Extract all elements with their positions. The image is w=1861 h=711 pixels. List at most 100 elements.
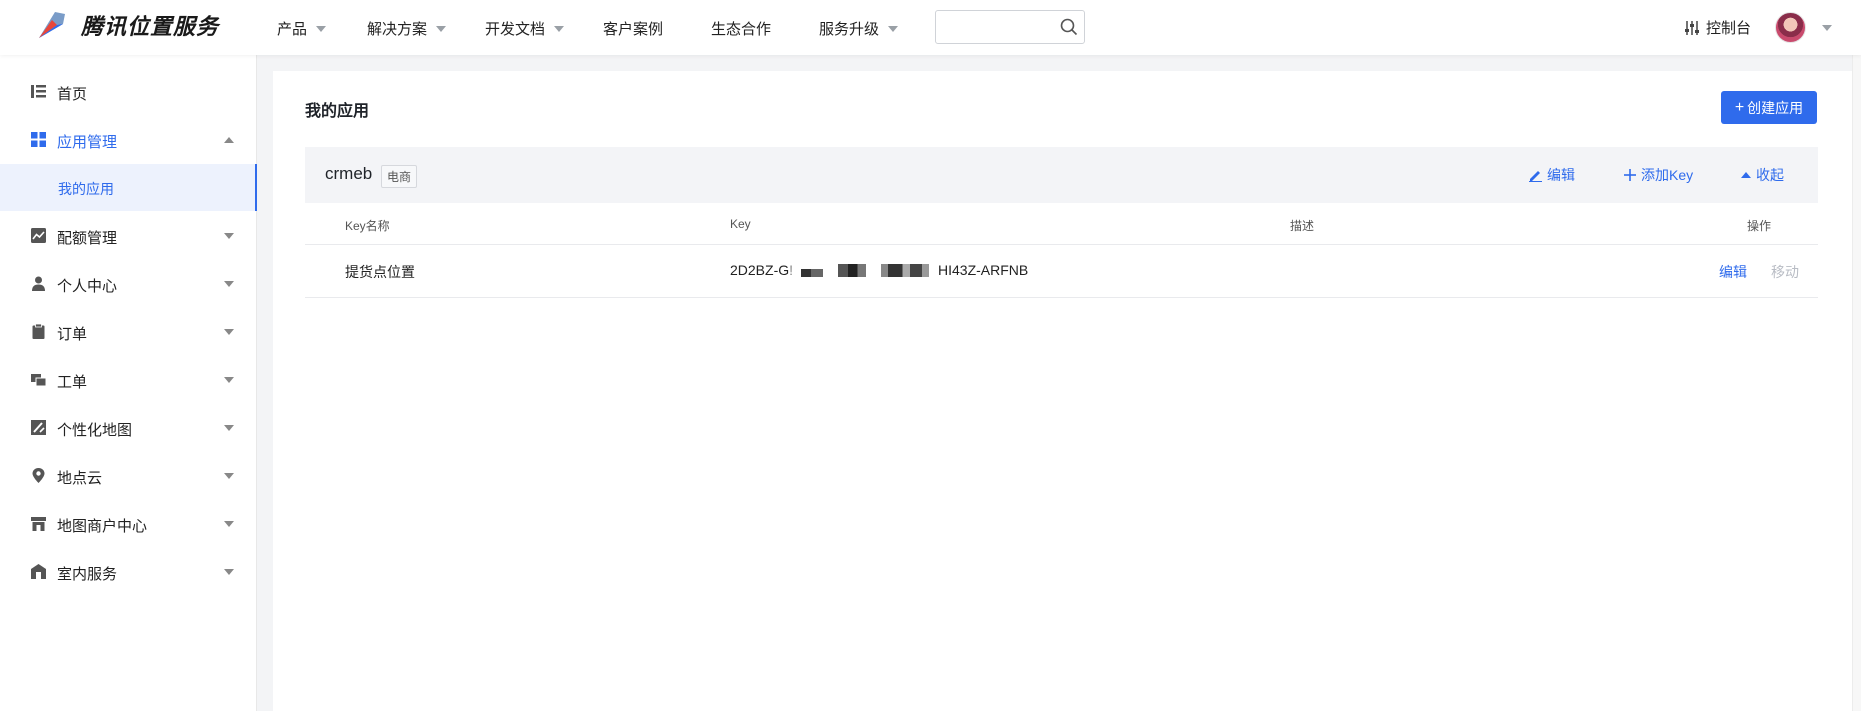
key-prefix: 2D2BZ-G — [730, 262, 790, 278]
sidebar-item-my-apps[interactable]: 我的应用 — [0, 164, 257, 211]
key-suffix: HI43Z-ARFNB — [938, 262, 1029, 278]
avatar-caret-down-icon[interactable] — [1822, 25, 1832, 31]
ticket-icon — [31, 374, 46, 387]
add-key-button[interactable]: 添加Key — [1624, 165, 1693, 185]
create-app-button[interactable]: + 创建应用 — [1721, 91, 1817, 124]
nav-customer-cases[interactable]: 客户案例 — [603, 18, 663, 39]
clipboard-icon — [32, 324, 45, 339]
key-name-cell: 提货点位置 — [345, 264, 415, 280]
nav-solutions[interactable]: 解决方案 — [367, 18, 447, 39]
sidebar-item-label: 地图商户中心 — [57, 518, 148, 535]
sidebar-item-quota[interactable]: 配额管理 — [0, 212, 257, 260]
redacted-block — [881, 263, 930, 277]
sidebar-item-label: 我的应用 — [58, 181, 114, 197]
caret-down-icon — [554, 25, 565, 32]
nav-label: 开发文档 — [485, 21, 546, 38]
main-panel: 我的应用 + 创建应用 crmeb 电商 编辑 添加Key 收起 Key名称 K… — [273, 71, 1852, 711]
pencil-icon — [1529, 169, 1542, 182]
caret-up-icon — [1741, 172, 1751, 178]
search-icon[interactable] — [1060, 18, 1078, 36]
map-style-icon — [31, 420, 46, 435]
caret-down-icon — [316, 25, 327, 32]
nav-dev-docs[interactable]: 开发文档 — [485, 18, 565, 39]
caret-down-icon — [224, 329, 234, 335]
sidebar: 首页 应用管理 我的应用 配额管理 个人中心 订单 工单 个性化地图 地点云 地… — [0, 55, 257, 711]
edit-app-button[interactable]: 编辑 — [1529, 165, 1575, 185]
sidebar-item-label: 地点云 — [57, 470, 103, 487]
app-card: crmeb 电商 编辑 添加Key 收起 Key名称 Key 描述 操作 提货点… — [305, 147, 1818, 298]
plus-icon — [1624, 169, 1636, 181]
sidebar-item-label: 首页 — [57, 86, 88, 103]
sidebar-item-label: 工单 — [57, 374, 88, 391]
app-card-header: crmeb 电商 编辑 添加Key 收起 — [305, 147, 1818, 203]
nav-ecosystem[interactable]: 生态合作 — [711, 18, 771, 39]
collapse-label: 收起 — [1756, 167, 1784, 183]
caret-up-icon — [224, 137, 234, 143]
nav-label: 服务升级 — [819, 21, 880, 38]
add-key-label: 添加Key — [1641, 167, 1694, 183]
table-header: Key名称 Key 描述 操作 — [305, 203, 1818, 245]
console-link[interactable]: 控制台 — [1684, 17, 1751, 38]
column-header-operation: 操作 — [1747, 219, 1772, 233]
nav-service-upgrade[interactable]: 服务升级 — [819, 18, 899, 39]
column-header-key-name: Key名称 — [345, 219, 390, 233]
caret-down-icon — [888, 25, 899, 32]
sidebar-item-indoor-service[interactable]: 室内服务 — [0, 548, 257, 596]
sidebar-item-label: 个性化地图 — [57, 422, 133, 439]
edit-key-button[interactable]: 编辑 — [1719, 262, 1747, 282]
caret-down-icon — [224, 569, 234, 575]
sidebar-item-label: 个人中心 — [57, 278, 118, 295]
key-prefix-tail: ! — [789, 262, 794, 278]
compass-logo-icon — [35, 8, 69, 42]
caret-down-icon — [224, 425, 234, 431]
sidebar-item-custom-map[interactable]: 个性化地图 — [0, 404, 257, 452]
sidebar-item-label: 应用管理 — [57, 134, 118, 151]
page-title: 我的应用 — [305, 103, 370, 120]
sidebar-item-label: 订单 — [57, 326, 88, 343]
sidebar-item-tickets[interactable]: 工单 — [0, 356, 257, 404]
user-icon — [32, 276, 45, 291]
search-input[interactable] — [935, 10, 1085, 44]
page-scrollbar[interactable] — [1852, 0, 1861, 711]
redacted-block — [801, 268, 824, 277]
sidebar-item-home[interactable]: 首页 — [0, 68, 257, 116]
sidebar-item-place-cloud[interactable]: 地点云 — [0, 452, 257, 500]
nav-label: 生态合作 — [711, 21, 772, 38]
brand-logo[interactable]: 腾讯位置服务 — [35, 8, 219, 42]
sliders-icon — [1685, 20, 1699, 35]
user-avatar[interactable] — [1775, 12, 1806, 43]
caret-down-icon — [224, 281, 234, 287]
console-label: 控制台 — [1706, 20, 1752, 37]
store-icon — [31, 517, 46, 531]
app-name: crmeb — [325, 164, 373, 183]
column-header-description: 描述 — [1290, 219, 1315, 233]
caret-down-icon — [436, 25, 447, 32]
grid-icon — [31, 132, 46, 147]
redacted-block — [838, 263, 867, 277]
sidebar-item-merchant-center[interactable]: 地图商户中心 — [0, 500, 257, 548]
sidebar-item-label: 室内服务 — [57, 566, 118, 583]
keys-table: Key名称 Key 描述 操作 提货点位置 2D2BZ-G! HI43Z-ARF… — [305, 203, 1818, 298]
sidebar-item-orders[interactable]: 订单 — [0, 308, 257, 356]
table-row: 提货点位置 2D2BZ-G! HI43Z-ARFNB 编辑 移动 — [305, 245, 1818, 298]
plus-icon: + — [1734, 98, 1745, 116]
column-header-key: Key — [730, 217, 751, 231]
nav-label: 产品 — [277, 21, 308, 38]
sidebar-item-label: 配额管理 — [57, 230, 118, 247]
caret-down-icon — [224, 233, 234, 239]
sidebar-item-app-management[interactable]: 应用管理 — [0, 116, 257, 164]
move-key-button[interactable]: 移动 — [1771, 262, 1799, 282]
collapse-button[interactable]: 收起 — [1741, 165, 1784, 185]
location-pin-icon — [32, 468, 45, 483]
sidebar-item-personal-center[interactable]: 个人中心 — [0, 260, 257, 308]
create-app-label: 创建应用 — [1747, 99, 1804, 116]
chart-icon — [31, 228, 46, 243]
caret-down-icon — [224, 377, 234, 383]
list-icon — [31, 85, 46, 98]
key-value-cell: 2D2BZ-G! HI43Z-ARFNB — [730, 262, 1028, 278]
building-icon — [31, 564, 46, 579]
nav-label: 客户案例 — [603, 21, 664, 38]
nav-label: 解决方案 — [367, 21, 428, 38]
brand-name: 腾讯位置服务 — [81, 14, 220, 39]
nav-products[interactable]: 产品 — [277, 18, 327, 39]
